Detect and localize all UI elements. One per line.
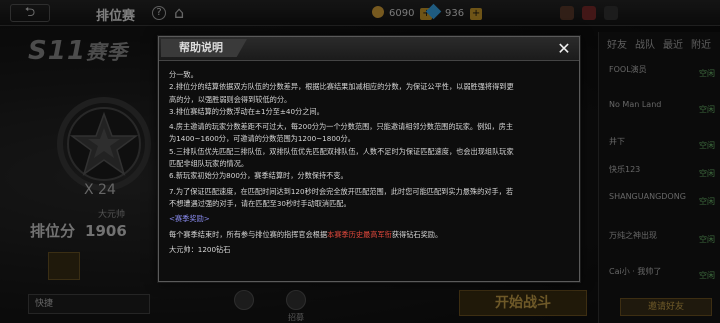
season-reward-text: 每个赛季结束时，所有参与排位赛的指挥官会根据本赛季历史最高军衔获得钻石奖励。: [169, 229, 569, 241]
help-line: 分一致。: [169, 70, 198, 79]
help-line: 5.三排队伍优先匹配三排队伍，双排队伍优先匹配双排队伍，人数不足时为保证匹配速度…: [169, 146, 514, 156]
help-dialog-header: 帮助说明 ✕: [159, 37, 579, 61]
help-line: 3.排位赛结算的分数浮动在±1分至±40分之间。: [169, 106, 324, 116]
reward-text-before: 每个赛季结束时，所有参与排位赛的指挥官会根据: [169, 229, 328, 239]
help-line: 4.房主邀请的玩家分数差距不可过大，每200分为一个分数范围，只能邀请相邻分数范…: [169, 122, 514, 132]
season-reward-heading: <赛季奖励>: [169, 214, 210, 224]
close-button[interactable]: ✕: [555, 40, 573, 58]
help-line: 为1400~1600分，可邀请的分数范围为1200~1800分。: [169, 134, 355, 144]
help-line: 匹配非组队玩家的情况。: [169, 159, 249, 169]
help-line: 6.新玩家初始分为800分，赛季结算时，分数保持不变。: [169, 171, 348, 181]
help-line: 高的分，以强胜弱则会得到较低的分。: [169, 94, 292, 104]
reward-highlight: 本赛季历史最高军衔: [327, 229, 392, 239]
help-dialog-body[interactable]: 分一致。 2.排位分的结算依据双方队伍的分数差异，根据比赛结果加减相应的分数，为…: [169, 69, 569, 275]
help-dialog-title: 帮助说明: [161, 39, 247, 57]
reward-text-after: 获得钻石奖励。: [391, 229, 443, 239]
help-line: 7.为了保证匹配速度，在匹配时间达到120秒时会完全放开匹配范围，此时您可能匹配…: [169, 186, 514, 196]
reward-item: 大元帅：1200钻石: [169, 244, 231, 254]
help-dialog: 帮助说明 ✕ 分一致。 2.排位分的结算依据双方队伍的分数差异，根据比赛结果加减…: [158, 36, 580, 282]
help-line: 2.排位分的结算依据双方队伍的分数差异，根据比赛结果加减相应的分数，为保证公平性…: [169, 82, 514, 92]
help-line: 不想遭遇过强的对手，请在匹配至30秒时手动取消匹配。: [169, 198, 351, 208]
